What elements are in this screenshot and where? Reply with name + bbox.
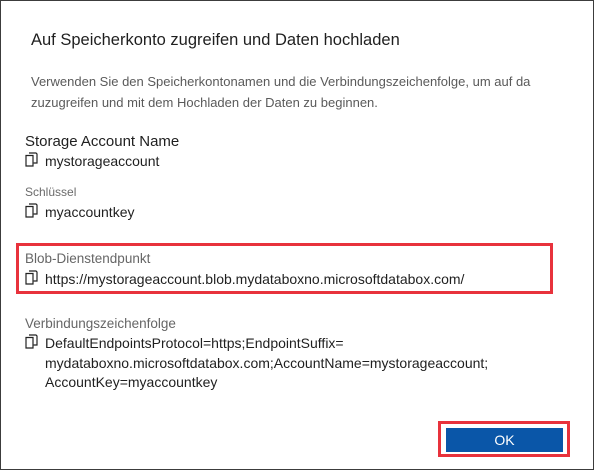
connection-string-line: mydataboxno.microsoftdatabox.com;Account… [45,354,489,371]
copy-icon[interactable] [25,334,38,349]
blob-endpoint-value: https://mystorageaccount.blob.mydataboxn… [45,271,465,287]
key-value: myaccountkey [45,204,135,220]
description-line: zuzugreifen und mit dem Hochladen der Da… [31,95,378,110]
dialog-description: Verwenden Sie den Speicherkontonamen und… [31,71,593,113]
blob-endpoint-label: Blob-Dienstendpunkt [25,251,151,266]
copy-icon[interactable] [25,270,38,285]
blob-endpoint-row: https://mystorageaccount.blob.mydataboxn… [25,270,464,288]
copy-icon[interactable] [25,152,38,167]
connection-string-line: DefaultEndpointsProtocol=https;EndpointS… [45,335,344,351]
storage-account-row: mystorageaccount [25,152,159,170]
dialog-title: Auf Speicherkonto zugreifen und Daten ho… [31,31,400,49]
storage-account-value: mystorageaccount [45,153,160,169]
copy-icon[interactable] [25,203,38,218]
connection-string-row: DefaultEndpointsProtocol=https;EndpointS… [25,334,488,393]
description-line: Verwenden Sie den Speicherkontonamen und… [31,74,531,89]
key-label: Schlüssel [25,185,77,199]
connection-string-line: AccountKey=myaccountkey [45,374,218,390]
access-storage-dialog: Auf Speicherkonto zugreifen und Daten ho… [0,0,594,470]
storage-account-label: Storage Account Name [25,133,180,150]
ok-button[interactable]: OK [446,428,563,452]
connection-string-label: Verbindungszeichenfolge [25,316,176,331]
key-row: myaccountkey [25,203,134,221]
